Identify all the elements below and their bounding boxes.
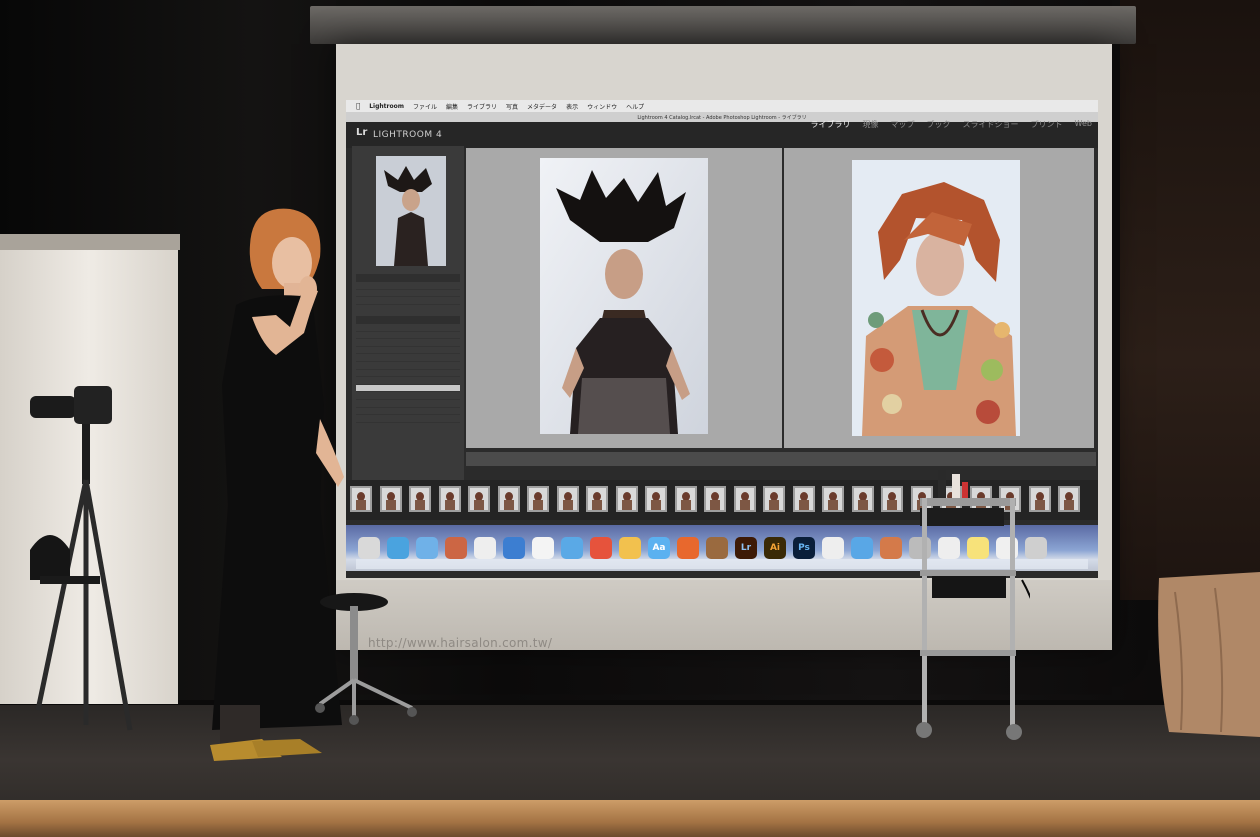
module-print[interactable]: プリント — [1031, 119, 1063, 130]
menu-item[interactable]: ファイル — [413, 102, 437, 111]
dock-app-icon[interactable]: Lr — [735, 537, 757, 559]
module-library[interactable]: ライブラリ — [811, 119, 851, 130]
folder-row[interactable] — [356, 377, 460, 385]
catalog-row[interactable] — [356, 282, 460, 290]
filmstrip-thumb[interactable] — [704, 486, 726, 512]
filmstrip-thumb[interactable] — [615, 486, 638, 512]
dock-app-icon[interactable] — [677, 537, 699, 559]
folder-row[interactable] — [356, 392, 460, 400]
projector-screen-casing — [310, 6, 1136, 44]
compare-pane-candidate — [784, 148, 1094, 448]
filmstrip-thumb[interactable] — [645, 486, 667, 512]
left-panel — [352, 146, 464, 514]
compare-photo-select[interactable] — [540, 158, 708, 434]
filmstrip-thumb[interactable] — [881, 486, 903, 512]
navigator-preview — [376, 156, 446, 266]
dock-app-icon[interactable] — [474, 537, 496, 559]
salon-trolley — [916, 470, 1030, 740]
dock-app-icon[interactable] — [503, 537, 525, 559]
filmstrip-thumb[interactable] — [1028, 486, 1051, 512]
menu-item[interactable]: ヘルプ — [626, 102, 644, 111]
dock-app-icon[interactable] — [445, 537, 467, 559]
module-develop[interactable]: 現像 — [863, 119, 879, 130]
folder-row[interactable] — [356, 400, 460, 408]
folder-row[interactable] — [356, 354, 460, 362]
mac-menubar:  Lightroom ファイル 編集 ライブラリ 写真 メタデータ 表示 ウィ… — [346, 100, 1098, 112]
dock-app-icon[interactable] — [416, 537, 438, 559]
lightroom-logo: Lr — [356, 127, 368, 138]
filmstrip-thumb[interactable] — [792, 486, 815, 512]
folder-row[interactable] — [356, 415, 460, 423]
panel-header — [356, 274, 460, 282]
dock-app-icon[interactable] — [590, 537, 612, 559]
app-name: LIGHTROOM 4 — [373, 130, 443, 140]
folder-row[interactable] — [356, 332, 460, 340]
module-book[interactable]: ブック — [927, 119, 951, 130]
dock-app-icon[interactable]: Ai — [764, 537, 786, 559]
catalog-row[interactable] — [356, 297, 460, 305]
menu-item[interactable]: ウィンドウ — [587, 102, 617, 111]
roll-up-banner-top — [0, 234, 180, 250]
filmstrip-thumb[interactable] — [851, 486, 874, 512]
filmstrip-thumb[interactable] — [822, 486, 844, 512]
filmstrip-thumb[interactable] — [586, 486, 608, 512]
stage-floor — [0, 705, 1260, 815]
catalog-row[interactable] — [356, 290, 460, 298]
dock-app-icon[interactable]: Aa — [648, 537, 670, 559]
dock-app-icon[interactable] — [561, 537, 583, 559]
folder-row[interactable] — [356, 384, 460, 393]
module-slideshow[interactable]: スライドショー — [963, 119, 1019, 130]
dock-app-icon[interactable] — [822, 537, 844, 559]
catalog-list — [356, 274, 460, 305]
dock-app-icon[interactable] — [851, 537, 873, 559]
filmstrip-thumb[interactable] — [763, 486, 785, 512]
filmstrip-thumb[interactable] — [379, 486, 402, 512]
folder-row[interactable] — [356, 362, 460, 370]
compare-pane-select — [466, 148, 782, 448]
filmstrip-thumb[interactable] — [733, 486, 756, 512]
compare-toolbar — [466, 452, 1096, 466]
dock-app-icon[interactable] — [532, 537, 554, 559]
dock-app-icon[interactable] — [619, 537, 641, 559]
module-map[interactable]: マップ — [891, 119, 915, 130]
menu-item[interactable]: Lightroom — [369, 103, 404, 110]
dock-app-icon[interactable]: Ps — [793, 537, 815, 559]
stage-wall — [1120, 0, 1260, 600]
menu-item[interactable]: 表示 — [566, 102, 578, 111]
filmstrip-thumb[interactable] — [674, 486, 697, 512]
folder-list — [356, 316, 460, 423]
folder-row[interactable] — [356, 370, 460, 378]
menu-item[interactable]: ライブラリ — [467, 102, 497, 111]
panel-header — [356, 316, 460, 324]
module-web[interactable]: Web — [1075, 119, 1092, 130]
menu-item[interactable]: メタデータ — [527, 102, 557, 111]
filmstrip-thumb[interactable] — [527, 486, 549, 512]
folder-row[interactable] — [356, 339, 460, 347]
draped-table — [1158, 572, 1260, 737]
filmstrip-thumb[interactable] — [556, 486, 579, 512]
filmstrip-thumb[interactable] — [468, 486, 490, 512]
folder-row[interactable] — [356, 408, 460, 416]
dock-app-icon[interactable] — [880, 537, 902, 559]
stool — [315, 593, 417, 725]
filmstrip-thumb[interactable] — [1058, 486, 1080, 512]
module-picker: ライブラリ 現像 マップ ブック スライドショー プリント Web — [811, 119, 1092, 130]
dock-app-icon[interactable] — [706, 537, 728, 559]
filmstrip-thumb[interactable] — [409, 486, 431, 512]
dock-app-icon[interactable] — [387, 537, 409, 559]
stage-edge — [0, 800, 1260, 837]
filmstrip-thumb[interactable] — [497, 486, 520, 512]
camera-on-tripod — [30, 386, 133, 731]
menu-item[interactable]: 編集 — [446, 102, 458, 111]
filmstrip-thumb[interactable] — [438, 486, 461, 512]
folder-row[interactable] — [356, 324, 460, 332]
folder-row[interactable] — [356, 347, 460, 355]
apple-icon:  — [356, 102, 360, 110]
menu-item[interactable]: 写真 — [506, 102, 518, 111]
compare-photo-candidate[interactable] — [852, 160, 1020, 436]
